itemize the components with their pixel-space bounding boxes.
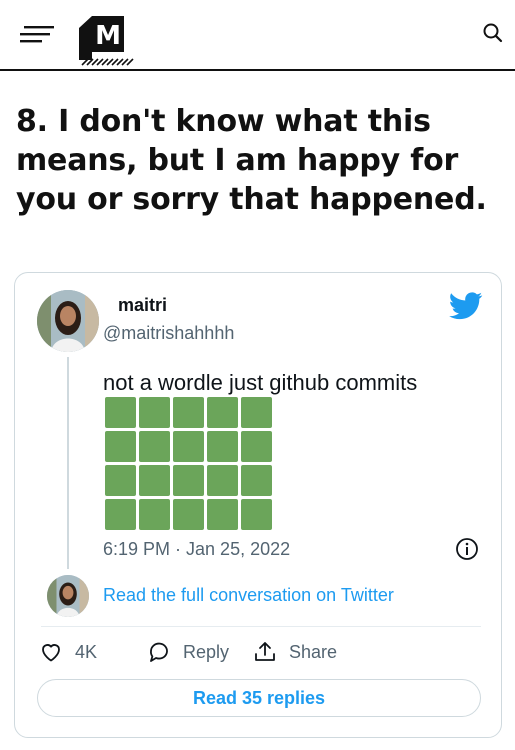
commit-cell: [139, 431, 170, 462]
author-name[interactable]: maitri: [118, 295, 167, 316]
commit-cell: [173, 499, 204, 530]
tweet-timestamp[interactable]: 6:19 PM · Jan 25, 2022: [103, 539, 290, 560]
reply-label: Reply: [183, 641, 230, 662]
commit-cell: [241, 431, 272, 462]
commit-cell: [241, 397, 272, 428]
conversation-avatar[interactable]: [47, 575, 89, 617]
commit-cell: [207, 465, 238, 496]
logo-letter: M: [95, 21, 121, 51]
commit-cell: [105, 431, 136, 462]
thread-line: [67, 357, 69, 569]
commit-cell: [241, 499, 272, 530]
logo-icon: M: [79, 16, 134, 66]
share-label: Share: [289, 641, 338, 662]
read-replies-button[interactable]: Read 35 replies: [37, 679, 481, 717]
commit-cell: [207, 431, 238, 462]
commit-cell: [173, 431, 204, 462]
commit-cell: [139, 397, 170, 428]
like-button[interactable]: 4K: [39, 639, 97, 665]
tweet-actions: 4K Reply Share: [39, 639, 479, 665]
commit-grid: [105, 397, 272, 530]
commit-cell: [105, 499, 136, 530]
commit-cell: [241, 465, 272, 496]
card-divider: [41, 626, 481, 627]
commit-cell: [173, 397, 204, 428]
reply-bubble-icon: [150, 642, 168, 662]
commit-cell: [207, 499, 238, 530]
commit-cell: [105, 465, 136, 496]
read-conversation-link[interactable]: Read the full conversation on Twitter: [103, 585, 394, 606]
commit-cell: [173, 465, 204, 496]
commit-cell: [139, 465, 170, 496]
author-handle[interactable]: @maitrishahhhh: [103, 323, 234, 344]
author-avatar[interactable]: [37, 290, 99, 352]
menu-icon[interactable]: [20, 24, 56, 44]
heart-icon: [42, 644, 60, 662]
search-icon[interactable]: [481, 21, 505, 45]
site-header: M: [0, 0, 515, 71]
share-icon: [255, 642, 275, 661]
commit-cell: [139, 499, 170, 530]
commit-cell: [207, 397, 238, 428]
site-logo[interactable]: M: [76, 14, 134, 66]
reply-button[interactable]: Reply: [147, 639, 229, 665]
header-divider: [0, 69, 515, 71]
share-button[interactable]: Share: [253, 639, 337, 665]
commit-cell: [105, 397, 136, 428]
like-count: 4K: [75, 641, 98, 662]
twitter-bird-icon[interactable]: [449, 292, 483, 320]
info-icon[interactable]: [455, 537, 479, 561]
tweet-text: not a wordle just github commits: [103, 370, 418, 395]
embedded-tweet[interactable]: maitri @maitrishahhhh not a wordle just …: [14, 272, 502, 738]
article-headline: 8. I don't know what this means, but I a…: [16, 104, 487, 217]
